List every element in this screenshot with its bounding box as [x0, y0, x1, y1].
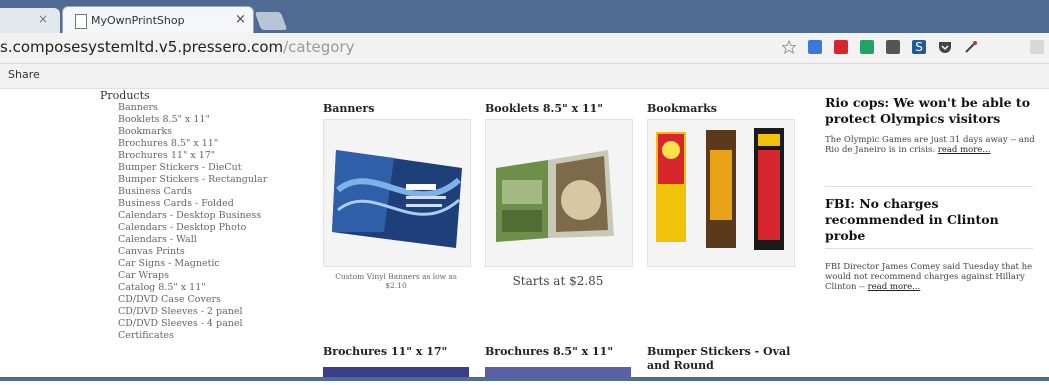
puzzle-icon[interactable]	[886, 40, 900, 54]
nav-item[interactable]: Brochures 11" x 17"	[118, 150, 267, 162]
product-image-booklets[interactable]	[485, 119, 633, 267]
product-title[interactable]: Booklets 8.5" x 11"	[485, 102, 635, 116]
product-nav: Products Banners Booklets 8.5" x 11" Boo…	[100, 90, 267, 342]
news-headline[interactable]: Rio cops: We won't be able to protect Ol…	[825, 95, 1035, 127]
product-price: Starts at $2.85	[512, 274, 604, 288]
read-more-link[interactable]: read more...	[868, 282, 921, 292]
news-summary-text: The Olympic Games are just 31 days away …	[825, 135, 1035, 155]
star-icon[interactable]	[782, 40, 796, 54]
nav-item[interactable]: Brochures 8.5" x 11"	[118, 138, 267, 150]
extension-icon[interactable]	[1030, 40, 1044, 54]
page-favicon-icon	[75, 14, 87, 29]
news-summary: The Olympic Games are just 31 days away …	[825, 135, 1035, 155]
url-host: s.composesystemltd.v5.pressero.com	[0, 38, 284, 56]
banner-image	[332, 150, 462, 248]
product-image-brochures-11x17[interactable]	[323, 367, 469, 377]
nav-item[interactable]: Banners	[118, 102, 267, 114]
nav-item[interactable]: Bumper Stickers - Rectangular	[118, 174, 267, 186]
tab-title: MyOwnPrintShop	[91, 14, 185, 27]
news-divider	[825, 186, 1033, 187]
tab-close-icon[interactable]: ×	[235, 12, 246, 27]
new-tab-button[interactable]	[254, 12, 288, 30]
product-image-brochures-8x11[interactable]	[485, 367, 631, 377]
product-title[interactable]: Brochures 8.5" x 11"	[485, 345, 635, 359]
product-card-booklets[interactable]: Booklets 8.5" x 11" Starts at $2.85	[485, 102, 635, 302]
product-caption: Custom Vinyl Banners as low as $2.10	[335, 272, 457, 290]
tab-previous[interactable]: ×	[0, 8, 60, 34]
news-summary: FBI Director James Comey said Tuesday th…	[825, 262, 1035, 292]
news-headline[interactable]: FBI: No charges recommended in Clinton p…	[825, 196, 1035, 244]
tab-strip: × MyOwnPrintShop ×	[0, 0, 1049, 35]
nav-item[interactable]: Car Wraps	[118, 270, 267, 282]
bookmark-share[interactable]: Share	[8, 68, 40, 81]
product-card-banners[interactable]: Banners Custom Vinyl Banners as low as $…	[323, 102, 473, 302]
product-image-bookmarks[interactable]	[647, 119, 795, 267]
nav-item[interactable]: CD/DVD Case Covers	[118, 294, 267, 306]
product-title[interactable]: Bumper Stickers - Oval and Round	[647, 345, 797, 373]
eyedropper-icon[interactable]	[964, 40, 978, 54]
tab-active[interactable]: MyOwnPrintShop ×	[62, 6, 254, 35]
nav-heading[interactable]: Products	[100, 90, 267, 102]
tab-close-icon[interactable]: ×	[38, 12, 48, 26]
bookmarks-bar: Share	[0, 64, 1049, 89]
nav-item[interactable]: Catalog 8.5" x 11"	[118, 282, 267, 294]
nav-item[interactable]: Bumper Stickers - DieCut	[118, 162, 267, 174]
read-more-link[interactable]: read more...	[938, 145, 991, 155]
nav-item[interactable]: Certificates	[118, 330, 267, 342]
nav-item[interactable]: Calendars - Desktop Photo	[118, 222, 267, 234]
product-title[interactable]: Banners	[323, 102, 473, 116]
bookmark-red-icon[interactable]	[834, 40, 848, 54]
nav-item[interactable]: CD/DVD Sleeves - 2 panel	[118, 306, 267, 318]
nav-item[interactable]: Car Signs - Magnetic	[118, 258, 267, 270]
sheets-icon[interactable]	[860, 40, 874, 54]
nav-item[interactable]: Booklets 8.5" x 11"	[118, 114, 267, 126]
nav-item[interactable]: Business Cards - Folded	[118, 198, 267, 210]
nav-item[interactable]: Business Cards	[118, 186, 267, 198]
s-icon[interactable]: S	[912, 40, 926, 54]
product-title[interactable]: Bookmarks	[647, 102, 797, 116]
nav-item[interactable]: Canvas Prints	[118, 246, 267, 258]
nav-item[interactable]: Calendars - Wall	[118, 234, 267, 246]
translate-icon[interactable]	[808, 40, 822, 54]
pocket-icon[interactable]	[938, 40, 952, 54]
product-card-bookmarks[interactable]: Bookmarks	[647, 102, 797, 302]
news-item: Rio cops: We won't be able to protect Ol…	[825, 95, 1035, 155]
nav-item[interactable]: CD/DVD Sleeves - 4 panel	[118, 318, 267, 330]
bookmarks-image	[656, 128, 784, 250]
news-summary-text: FBI Director James Comey said Tuesday th…	[825, 262, 1033, 292]
product-image-banners[interactable]	[323, 119, 471, 267]
window-bottom-edge	[0, 377, 1049, 381]
url-path: /category	[283, 38, 355, 56]
news-item: FBI: No charges recommended in Clinton p…	[825, 196, 1035, 292]
url-field[interactable]: s.composesystemltd.v5.pressero.com/categ…	[0, 38, 354, 56]
product-title[interactable]: Brochures 11" x 17"	[323, 345, 473, 359]
news-divider	[825, 248, 1033, 249]
nav-list: Banners Booklets 8.5" x 11" Bookmarks Br…	[100, 102, 267, 342]
nav-item[interactable]: Calendars - Desktop Business	[118, 210, 267, 222]
nav-item[interactable]: Bookmarks	[118, 126, 267, 138]
booklet-image	[496, 150, 614, 242]
address-bar: s.composesystemltd.v5.pressero.com/categ…	[0, 33, 1049, 64]
